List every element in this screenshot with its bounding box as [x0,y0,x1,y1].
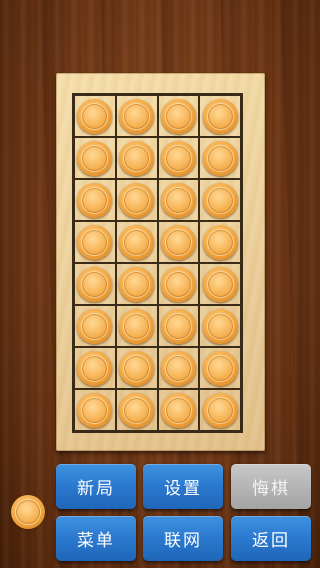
board-cell[interactable] [74,389,116,431]
board-cell[interactable] [115,221,158,263]
board-cell[interactable] [157,221,200,263]
board-cell[interactable] [157,179,200,221]
current-turn-piece [11,495,45,529]
game-piece[interactable] [160,224,196,260]
game-piece[interactable] [77,224,113,260]
board-cell[interactable] [115,179,158,221]
game-piece[interactable] [202,182,238,218]
board-cell[interactable] [199,137,241,179]
board-cell[interactable] [74,137,116,179]
board-cell[interactable] [199,347,241,389]
game-piece[interactable] [119,140,155,176]
game-piece[interactable] [77,266,113,302]
game-piece[interactable] [77,98,113,134]
game-piece[interactable] [202,350,238,386]
game-piece[interactable] [119,350,155,386]
board-cell[interactable] [199,389,241,431]
board-cell[interactable] [115,389,158,431]
game-piece[interactable] [202,224,238,260]
board-cell[interactable] [74,221,116,263]
settings-button[interactable]: 设置 [143,464,223,509]
game-piece[interactable] [202,308,238,344]
undo-button[interactable]: 悔棋 [231,464,311,509]
game-piece[interactable] [77,182,113,218]
board-cell[interactable] [199,305,241,347]
game-piece[interactable] [160,140,196,176]
board-cell[interactable] [115,305,158,347]
board-cell[interactable] [115,95,158,137]
game-piece[interactable] [160,98,196,134]
board-cell[interactable] [74,305,116,347]
board-cell[interactable] [199,179,241,221]
board-cell[interactable] [74,179,116,221]
game-piece[interactable] [202,392,238,428]
game-board [56,73,265,451]
menu-button[interactable]: 菜单 [56,516,136,561]
board-grid [72,93,243,433]
board-cell[interactable] [74,347,116,389]
board-cell[interactable] [199,95,241,137]
network-button[interactable]: 联网 [143,516,223,561]
board-cell[interactable] [74,95,116,137]
game-piece[interactable] [202,266,238,302]
board-cell[interactable] [157,95,200,137]
game-piece[interactable] [119,224,155,260]
game-piece[interactable] [202,140,238,176]
board-cell[interactable] [74,263,116,305]
board-cell[interactable] [199,221,241,263]
game-piece[interactable] [119,266,155,302]
board-cell[interactable] [157,305,200,347]
game-piece[interactable] [160,266,196,302]
board-cell[interactable] [157,137,200,179]
board-cell[interactable] [157,347,200,389]
game-piece[interactable] [119,392,155,428]
game-piece[interactable] [160,392,196,428]
game-piece[interactable] [160,182,196,218]
game-piece[interactable] [160,308,196,344]
game-piece[interactable] [119,308,155,344]
game-piece[interactable] [77,140,113,176]
game-piece[interactable] [160,350,196,386]
game-piece[interactable] [202,98,238,134]
back-button[interactable]: 返回 [231,516,311,561]
game-piece[interactable] [77,308,113,344]
game-piece[interactable] [77,392,113,428]
board-cell[interactable] [115,137,158,179]
board-cell[interactable] [157,389,200,431]
board-cell[interactable] [199,263,241,305]
board-cell[interactable] [157,263,200,305]
new-game-button[interactable]: 新局 [56,464,136,509]
board-cell[interactable] [115,263,158,305]
board-cell[interactable] [115,347,158,389]
game-piece[interactable] [77,350,113,386]
game-piece[interactable] [119,98,155,134]
game-piece[interactable] [119,182,155,218]
